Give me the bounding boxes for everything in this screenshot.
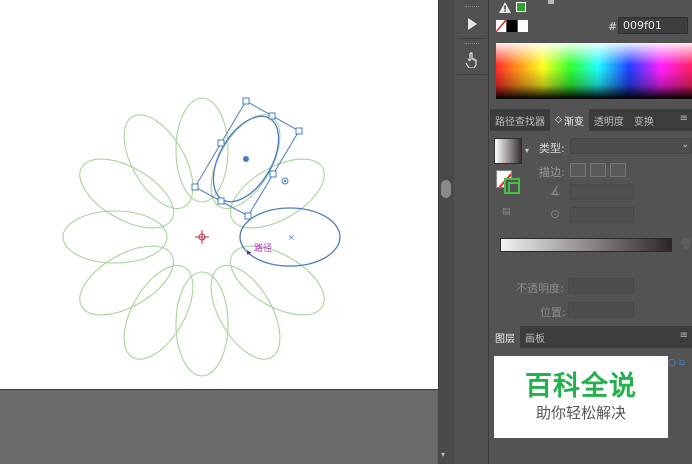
petal-shape xyxy=(123,264,194,360)
petal-shape xyxy=(175,271,229,377)
tab-layers[interactable]: 图层 xyxy=(490,326,520,348)
panel-menu-icon[interactable]: ≡ xyxy=(680,113,688,124)
svg-text:×: × xyxy=(288,233,295,242)
stroke-option-button[interactable] xyxy=(590,163,606,177)
color-panel-header: # 009f01 xyxy=(490,0,692,40)
bbox-handle xyxy=(269,170,277,178)
tab-artboards[interactable]: 画板 xyxy=(520,326,550,348)
petal-shape xyxy=(79,158,175,229)
aspect-ratio-field[interactable] xyxy=(570,207,634,223)
center-point xyxy=(243,156,249,162)
hand-pointer-icon[interactable] xyxy=(461,50,483,70)
expand-icon: ◇ xyxy=(555,115,562,125)
bbox-handle xyxy=(244,212,252,220)
watermark-subtitle: 助你轻松解决 xyxy=(535,404,626,422)
tab-transparency[interactable]: 透明度 xyxy=(589,109,629,131)
stroke-option-button[interactable] xyxy=(570,163,586,177)
svg-text:▸: ▸ xyxy=(247,248,252,258)
gradient-panel: ▾ 类型: ⌄ 描边: ∡ ⊙ ▤ 🗑 不透明度: 位置: xyxy=(490,132,692,322)
angle-field[interactable] xyxy=(570,184,634,200)
bbox-handle xyxy=(242,97,250,105)
tab-transform[interactable]: 变换 xyxy=(629,109,659,131)
chevron-down-icon: ⌄ xyxy=(681,140,689,150)
stroke-option-button[interactable] xyxy=(610,163,626,177)
petal-shape xyxy=(123,114,194,210)
bbox-handle xyxy=(217,197,225,205)
gradient-slider[interactable] xyxy=(500,238,672,252)
path-hint-label: 路径 xyxy=(254,242,272,254)
aspect-ratio-icon: ⊙ xyxy=(550,207,561,221)
location-label: 位置: xyxy=(540,306,566,319)
grip-handle[interactable] xyxy=(465,6,479,8)
artboard[interactable]: × ▸ 路径 xyxy=(0,0,438,390)
flower-artwork[interactable]: × ▸ 路径 xyxy=(0,0,438,390)
petal-shape xyxy=(79,245,175,316)
vertical-scrollbar[interactable] xyxy=(438,0,454,464)
reverse-gradient-icon[interactable]: ▤ xyxy=(502,207,511,217)
petal-shape xyxy=(62,210,168,264)
canvas-area[interactable]: × ▸ 路径 xyxy=(0,0,438,464)
layer-target-icon[interactable]: ○ ▫ xyxy=(668,358,690,370)
trash-icon[interactable]: 🗑 xyxy=(680,239,692,250)
opacity-select[interactable] xyxy=(568,278,634,294)
stroke-label: 描边: xyxy=(539,166,565,179)
tab-gradient[interactable]: ◇ 渐变 xyxy=(550,109,589,131)
panel-menu-icon[interactable]: ≡ xyxy=(680,330,688,341)
bbox-handle xyxy=(295,127,303,135)
play-icon[interactable] xyxy=(461,14,483,34)
watermark: 百科全说 助你轻松解决 xyxy=(494,356,668,438)
gradient-swatch[interactable] xyxy=(494,138,522,164)
angle-icon: ∡ xyxy=(550,184,561,198)
petal-shape xyxy=(175,97,229,203)
tab-gradient-label: 渐变 xyxy=(563,116,584,128)
petal-shape xyxy=(229,245,325,316)
type-label: 类型: xyxy=(539,142,565,155)
panel-tool-strip xyxy=(455,0,489,464)
type-select[interactable]: ⌄ xyxy=(570,138,692,154)
grip-handle[interactable] xyxy=(465,43,479,45)
bbox-handle xyxy=(217,139,225,147)
scroll-down-arrow-icon[interactable]: ▾ xyxy=(441,450,445,459)
watermark-title: 百科全说 xyxy=(525,371,637,402)
hex-hash-label: # xyxy=(608,20,618,33)
gradient-tabs-bar: 路径查找器 ◇ 渐变 透明度 变换 ≡ xyxy=(490,109,692,131)
stroke-swatch[interactable] xyxy=(504,178,520,194)
color-spectrum[interactable] xyxy=(496,43,692,99)
hex-input[interactable]: 009f01 xyxy=(618,17,688,34)
center-crosshair xyxy=(195,230,209,244)
bbox-handle xyxy=(191,183,199,191)
petal-shape xyxy=(210,264,281,360)
artboard-edge xyxy=(0,389,438,390)
layers-tabs-bar: 图层 画板 ≡ xyxy=(490,326,692,348)
gamut-swatch[interactable] xyxy=(516,2,526,12)
bbox-handle xyxy=(268,112,276,120)
location-select[interactable] xyxy=(568,302,634,318)
opacity-label: 不透明度: xyxy=(516,282,564,295)
petal-shape xyxy=(229,158,325,229)
panel-grip-icon xyxy=(548,0,554,4)
warning-icon[interactable] xyxy=(499,2,511,13)
swatch-dropdown-icon[interactable]: ▾ xyxy=(525,146,529,155)
scroll-thumb[interactable] xyxy=(441,180,451,198)
none-black-white-swatches[interactable] xyxy=(496,20,528,32)
tab-pathfinder[interactable]: 路径查找器 xyxy=(490,109,550,131)
